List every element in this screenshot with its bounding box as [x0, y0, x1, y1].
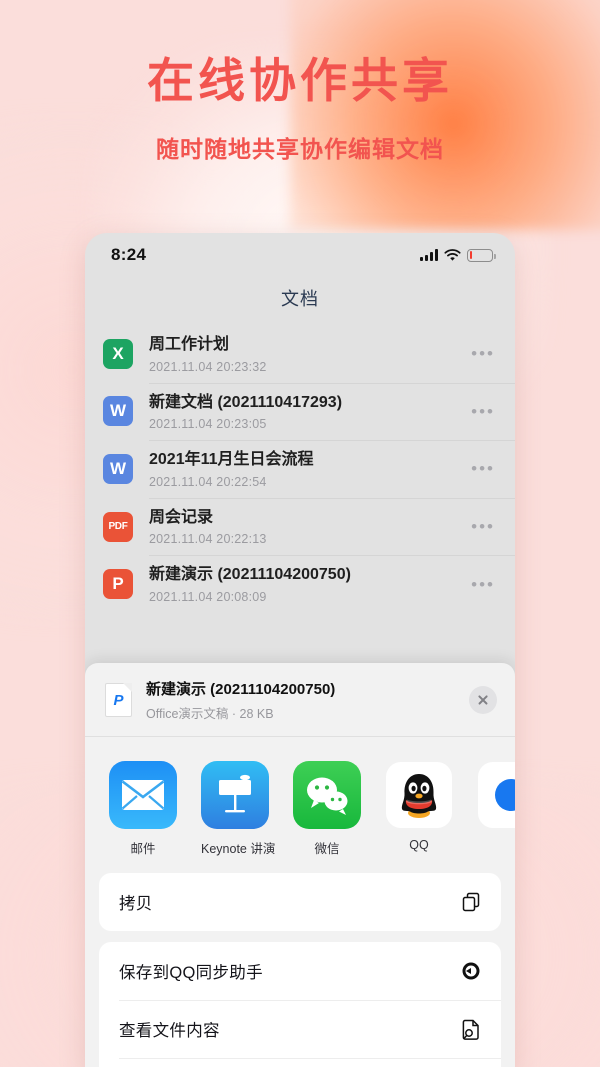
file-name: 新建演示 (20211104200750) [149, 566, 351, 584]
more-options-button[interactable]: ••• [461, 403, 495, 420]
share-target-more[interactable] [477, 761, 515, 857]
file-meta: 周工作计划 2021.11.04 20:23:32 [149, 334, 461, 374]
page-title: 在线协作共享 [147, 54, 453, 107]
share-target-qq[interactable]: QQ [385, 761, 453, 857]
share-sheet-header: P 新建演示 (20211104200750) Office演示文稿 · 28 … [85, 663, 515, 737]
signal-bars-icon [420, 249, 438, 261]
share-target-label: 微信 [314, 842, 340, 856]
file-meta: 新建演示 (20211104200750) 2021.11.04 20:08:0… [149, 564, 461, 604]
document-list: X 周工作计划 2021.11.04 20:23:32 ••• W 新建文档 (… [85, 325, 515, 613]
action-label: 拷贝 [119, 895, 153, 913]
sync-icon [459, 959, 483, 983]
wifi-icon [444, 248, 461, 261]
document-thumbnail-icon: P [105, 683, 132, 717]
status-bar-time: 8:24 [111, 245, 147, 264]
share-sheet-doc-info: 新建演示 (20211104200750) Office演示文稿 · 28 KB [146, 678, 469, 722]
action-row-view-in-table[interactable]: 在大表数据中查看 [99, 1058, 501, 1067]
share-target-keynote[interactable]: Keynote 讲演 [201, 761, 276, 857]
share-target-label: Keynote 讲演 [201, 842, 276, 856]
list-item[interactable]: P 新建演示 (20211104200750) 2021.11.04 20:08… [85, 555, 515, 613]
share-sheet-subtitle: Office演示文稿 · 28 KB [146, 707, 274, 721]
action-label: 保存到QQ同步助手 [119, 964, 263, 982]
list-item[interactable]: X 周工作计划 2021.11.04 20:23:32 ••• [85, 325, 515, 383]
phone-mockup: 8:24 文档 X 周工作计划 2021.11.04 20:23:32 ••• … [85, 233, 515, 1067]
mail-icon [109, 761, 177, 829]
share-target-wechat[interactable]: 微信 [293, 761, 361, 857]
action-card-services: 保存到QQ同步助手 查看文件内容 [99, 942, 501, 1067]
more-options-button[interactable]: ••• [461, 460, 495, 477]
file-type-icon-xls: X [103, 338, 133, 369]
more-app-icon [477, 761, 515, 829]
action-card-copy: 拷贝 [99, 873, 501, 931]
file-name: 周会记录 [149, 508, 214, 526]
status-bar-indicators [420, 248, 496, 262]
file-meta: 新建文档 (2021110417293) 2021.11.04 20:23:05 [149, 392, 461, 432]
more-options-button[interactable]: ••• [461, 576, 495, 593]
document-search-icon [459, 1017, 483, 1041]
file-meta: 2021年11月生日会流程 2021.11.04 20:22:54 [149, 449, 461, 489]
action-row-copy[interactable]: 拷贝 [99, 873, 501, 931]
more-options-button[interactable]: ••• [461, 518, 495, 535]
nav-bar-title: 文档 [281, 289, 319, 309]
file-date: 2021.11.04 20:22:13 [149, 532, 267, 547]
promo-page: 在线协作共享 随时随地共享协作编辑文档 8:24 文档 X 周工作计划 2021… [0, 0, 600, 1067]
file-date: 2021.11.04 20:08:09 [149, 589, 267, 604]
battery-low-icon [467, 248, 496, 262]
file-name: 周工作计划 [149, 336, 230, 353]
share-sheet-title: 新建演示 (20211104200750) [146, 681, 336, 698]
file-date: 2021.11.04 20:23:05 [149, 417, 267, 432]
list-item[interactable]: PDF 周会记录 2021.11.04 20:22:13 ••• [85, 497, 515, 556]
share-target-mail[interactable]: 邮件 [109, 761, 177, 857]
more-options-button[interactable]: ••• [461, 345, 495, 362]
action-row-qq-sync[interactable]: 保存到QQ同步助手 [99, 942, 501, 1000]
share-app-row[interactable]: 邮件 Keynote 讲演 微信 QQ [85, 737, 515, 867]
share-sheet: P 新建演示 (20211104200750) Office演示文稿 · 28 … [85, 663, 515, 1067]
file-date: 2021.11.04 20:23:32 [149, 359, 267, 374]
copy-icon [459, 890, 483, 914]
file-type-icon-doc: W [103, 396, 133, 427]
action-row-view-content[interactable]: 查看文件内容 [99, 1000, 501, 1058]
action-label: 查看文件内容 [119, 1022, 220, 1040]
file-type-icon-pdf: PDF [103, 511, 133, 542]
status-bar: 8:24 [85, 233, 515, 277]
page-subtitle: 随时随地共享协作编辑文档 [156, 136, 444, 163]
share-target-label: 邮件 [130, 842, 156, 856]
qq-penguin-icon [385, 761, 453, 829]
file-meta: 周会记录 2021.11.04 20:22:13 [149, 507, 461, 547]
list-item[interactable]: W 新建文档 (2021110417293) 2021.11.04 20:23:… [85, 382, 515, 441]
list-item[interactable]: W 2021年11月生日会流程 2021.11.04 20:22:54 ••• [85, 440, 515, 498]
share-target-label: QQ [409, 838, 429, 852]
share-action-groups: 拷贝 保存到QQ同步助手 查看文件内容 [85, 867, 515, 1067]
file-date: 2021.11.04 20:22:54 [149, 474, 267, 489]
file-name: 2021年11月生日会流程 [149, 451, 314, 469]
file-name: 新建文档 (2021110417293) [149, 393, 343, 411]
promo-text-block: 在线协作共享 随时随地共享协作编辑文档 [0, 54, 600, 164]
close-icon[interactable] [469, 686, 497, 714]
wechat-icon [293, 761, 361, 829]
keynote-icon [201, 761, 269, 829]
file-type-icon-ppt: P [103, 569, 133, 600]
file-type-icon-doc: W [103, 453, 133, 484]
